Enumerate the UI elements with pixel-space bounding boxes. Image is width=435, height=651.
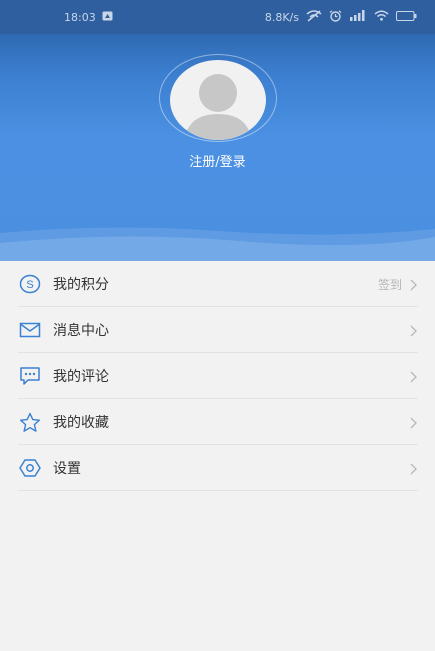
chevron-right-icon — [408, 323, 418, 337]
alarm-icon — [329, 9, 342, 25]
comment-icon — [18, 365, 42, 387]
menu-item-favorites[interactable]: 我的收藏 — [0, 399, 435, 445]
chevron-right-icon — [408, 415, 418, 429]
menu-item-settings[interactable]: 设置 — [0, 445, 435, 491]
notification-icon — [102, 11, 113, 24]
default-avatar-icon[interactable] — [170, 60, 266, 140]
chevron-right-icon — [408, 461, 418, 475]
sign-in-link[interactable]: 签到 — [378, 276, 402, 293]
star-icon — [18, 411, 42, 433]
menu-item-messages[interactable]: 消息中心 — [0, 307, 435, 353]
menu-label: 我的评论 — [53, 369, 109, 385]
menu-item-points[interactable]: S 我的积分 签到 — [0, 261, 435, 307]
header-wave — [0, 227, 435, 261]
wifi-icon — [374, 10, 389, 24]
svg-text:S: S — [26, 279, 33, 291]
status-bar: 18:03 8.8K/s — [0, 0, 435, 34]
chevron-right-icon — [408, 369, 418, 383]
menu-label: 我的积分 — [53, 277, 109, 293]
profile-header: 注册/登录 — [0, 34, 435, 261]
login-register-link[interactable]: 注册/登录 — [0, 151, 435, 170]
menu-label: 消息中心 — [53, 323, 109, 339]
signal-off-icon — [306, 9, 322, 25]
net-speed: 8.8K/s — [264, 10, 299, 24]
menu-label: 设置 — [53, 461, 81, 477]
menu-list: S 我的积分 签到 消息中心 我的评论 我的收藏 设置 — [0, 261, 435, 491]
points-icon: S — [18, 273, 42, 295]
status-time: 18:03 — [64, 10, 96, 24]
settings-icon — [18, 457, 42, 479]
mail-icon — [18, 319, 42, 341]
chevron-right-icon — [408, 277, 418, 291]
battery-icon — [396, 10, 417, 24]
menu-label: 我的收藏 — [53, 415, 109, 431]
menu-item-comments[interactable]: 我的评论 — [0, 353, 435, 399]
cell-signal-icon — [349, 10, 367, 24]
